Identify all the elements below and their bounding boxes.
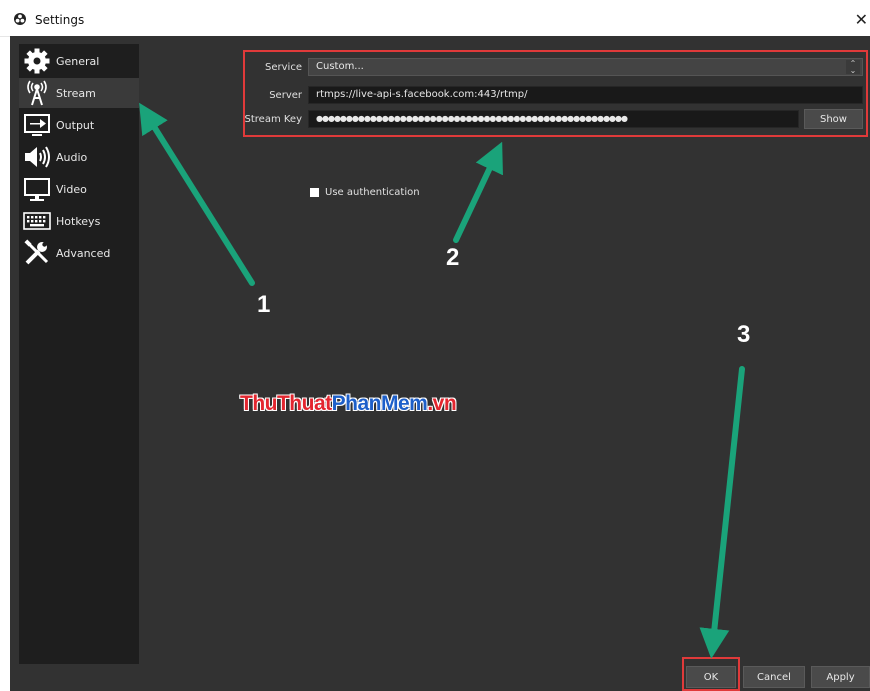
sidebar: General Stream Output Audio Video Hotkey… (19, 44, 139, 664)
settings-window: General Stream Output Audio Video Hotkey… (10, 36, 870, 691)
sidebar-item-label: Audio (56, 150, 88, 164)
tools-icon (22, 239, 52, 267)
sidebar-item-stream[interactable]: Stream (19, 78, 139, 108)
sidebar-item-audio[interactable]: Audio (19, 142, 139, 172)
watermark-part2: PhanMem (331, 392, 428, 415)
stream-key-input[interactable]: ●●●●●●●●●●●●●●●●●●●●●●●●●●●●●●●●●●●●●●●●… (308, 110, 799, 128)
show-key-button[interactable]: Show (804, 109, 863, 129)
use-authentication-checkbox[interactable]: Use authentication (310, 187, 420, 198)
watermark-logo: ThuThuatPhanMem.vn (240, 392, 457, 416)
sidebar-item-output[interactable]: Output (19, 110, 139, 140)
sidebar-item-general[interactable]: General (19, 46, 139, 76)
output-icon (22, 111, 52, 139)
stream-key-label: Stream Key (244, 114, 303, 125)
sidebar-item-video[interactable]: Video (19, 174, 139, 204)
sidebar-item-label: Video (56, 182, 87, 196)
apply-button[interactable]: Apply (811, 666, 870, 688)
sidebar-item-label: Stream (56, 86, 96, 100)
sidebar-item-label: General (56, 54, 100, 68)
sidebar-item-advanced[interactable]: Advanced (19, 238, 139, 268)
ok-button-highlight (682, 657, 740, 691)
sidebar-item-label: Output (56, 118, 95, 132)
sidebar-item-label: Advanced (56, 246, 111, 260)
close-icon[interactable]: ✕ (855, 10, 868, 29)
annotation-number-3: 3 (737, 321, 751, 348)
annotation-number-2: 2 (446, 244, 460, 271)
title-bar: Settings ✕ (0, 0, 870, 37)
monitor-icon (22, 175, 52, 203)
watermark-part3: .vn (427, 392, 457, 415)
server-input[interactable]: rtmps://live-api-s.facebook.com:443/rtmp… (308, 86, 863, 104)
checkbox-box[interactable] (310, 188, 319, 197)
sidebar-item-hotkeys[interactable]: Hotkeys (19, 206, 139, 236)
sidebar-item-label: Hotkeys (56, 214, 101, 228)
service-select-value: Custom... (316, 61, 364, 72)
broadcast-antenna-icon (22, 79, 52, 107)
cancel-button[interactable]: Cancel (743, 666, 805, 688)
use-authentication-label: Use authentication (325, 187, 420, 198)
service-label: Service (265, 62, 302, 73)
obs-logo-icon (14, 13, 26, 25)
keyboard-icon (22, 207, 52, 235)
annotation-number-1: 1 (257, 291, 271, 318)
speaker-icon (22, 143, 52, 171)
chevron-updown-icon: ⌃ ⌄ (846, 60, 860, 75)
watermark-part1: ThuThuat (240, 392, 332, 415)
server-label: Server (269, 90, 302, 101)
window-title: Settings (35, 13, 85, 27)
service-select[interactable]: Custom... ⌃ ⌄ (308, 58, 863, 76)
gear-icon (22, 47, 52, 75)
